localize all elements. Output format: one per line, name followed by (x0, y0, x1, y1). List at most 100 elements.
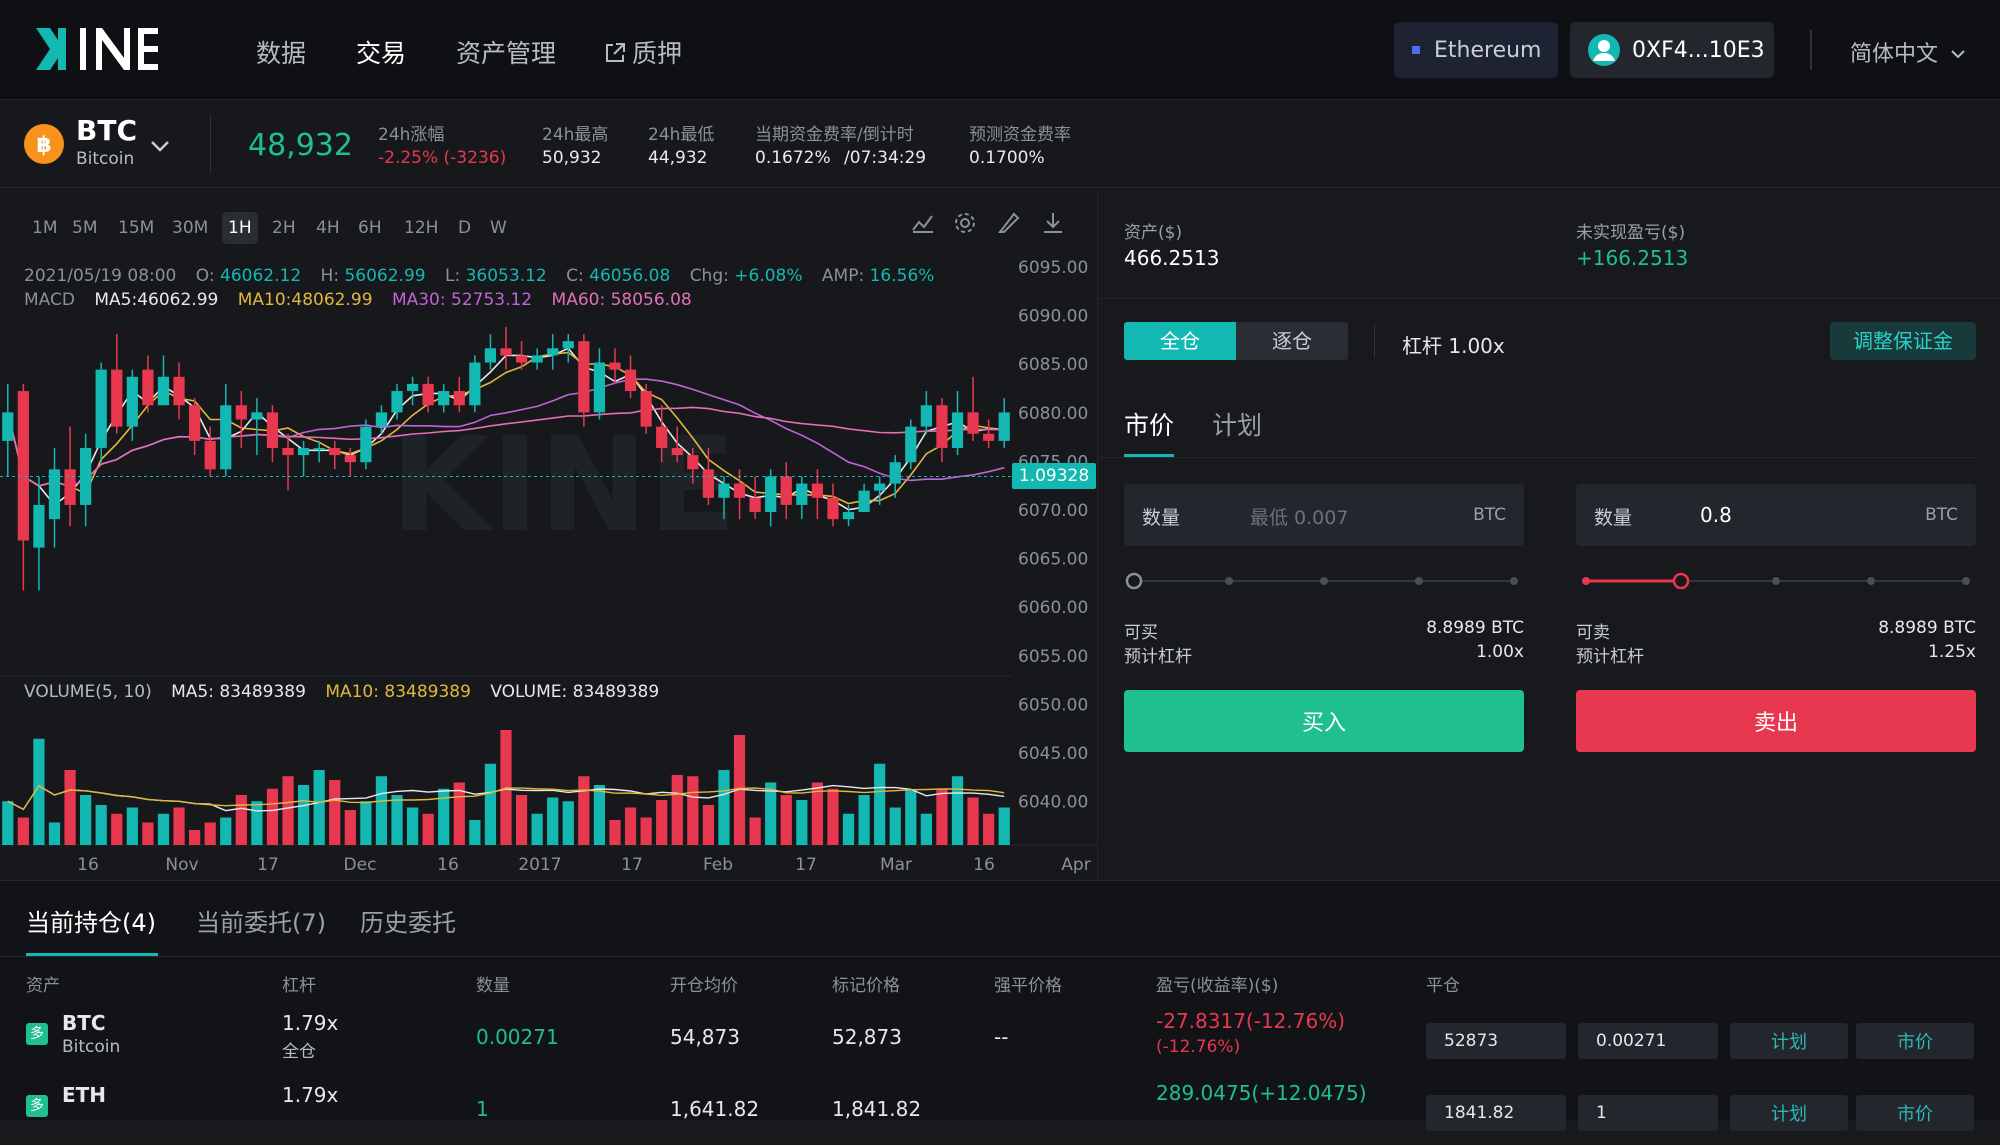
can-sell-value: 8.8989 BTC (1878, 618, 1976, 638)
volume-bar (515, 795, 528, 845)
candle-body (17, 391, 29, 541)
buy-percent-slider[interactable] (1124, 566, 1524, 596)
volume-bar (889, 807, 901, 845)
candle-body (251, 412, 263, 420)
candle-body (920, 405, 932, 427)
tab-market[interactable]: 市价 (1124, 406, 1174, 442)
volume-bar (718, 770, 730, 845)
buy-quantity-input[interactable]: 数量 最低 0.007 BTC (1124, 484, 1524, 546)
adjust-margin-button[interactable]: 调整保证金 (1830, 322, 1976, 360)
current-price-tag: 1.09328 (1012, 463, 1096, 490)
candle-body (126, 376, 138, 427)
change-value: -2.25% (-3236) (378, 148, 507, 168)
wallet-button[interactable]: 0XF4...10E3 (1570, 22, 1774, 78)
close-qty-input[interactable]: 1 (1578, 1095, 1718, 1131)
candle-body (235, 405, 247, 420)
tab-current-positions[interactable]: 当前持仓(4) (26, 903, 156, 938)
candle-body (515, 355, 528, 363)
predicted-value: 0.1700% (969, 148, 1045, 168)
slider-tick (1225, 577, 1233, 585)
volume-bar (656, 800, 668, 845)
can-buy-value: 8.8989 BTC (1426, 618, 1524, 638)
nav-stake[interactable]: 质押 (604, 34, 682, 70)
high-value: 50,932 (542, 148, 602, 168)
volume-bar (157, 813, 170, 845)
volume-bar (578, 776, 590, 845)
close-qty-input[interactable]: 0.00271 (1578, 1023, 1718, 1059)
close-plan-button[interactable]: 计划 (1730, 1023, 1848, 1059)
volume-bar (874, 763, 886, 845)
nav-data[interactable]: 数据 (256, 34, 306, 70)
cross-margin-button[interactable]: 全仓 (1124, 322, 1236, 360)
volume-bar (251, 801, 263, 845)
high-label: 24h最高 (542, 125, 609, 145)
candle-body (842, 512, 855, 520)
candle-body (344, 455, 356, 463)
volume-bar (936, 788, 948, 845)
slider-tick (1867, 577, 1875, 585)
network-selector[interactable]: Ethereum (1394, 22, 1558, 78)
chevron-down-icon[interactable] (150, 138, 170, 157)
slider-handle (1672, 572, 1690, 590)
external-link-icon (604, 41, 626, 70)
sell-quantity-input[interactable]: 数量 0.8 BTC (1576, 484, 1976, 546)
y-tick-label: 6040.00 (1018, 793, 1088, 813)
leverage-label[interactable]: 杠杆 1.00x (1402, 330, 1505, 359)
kine-logo[interactable]: KINE (36, 28, 158, 70)
isolated-margin-button[interactable]: 逐仓 (1236, 322, 1348, 360)
volume-bar (189, 830, 201, 845)
candle-body (142, 369, 154, 406)
close-plan-button[interactable]: 计划 (1730, 1095, 1848, 1131)
volume-bar (484, 763, 497, 845)
volume-bar (951, 776, 964, 845)
volume-bar (640, 817, 652, 845)
volume-bar (749, 817, 761, 845)
close-market-button[interactable]: 市价 (1856, 1095, 1974, 1131)
y-tick-label: 6090.00 (1018, 307, 1088, 327)
volume-bar (173, 807, 185, 845)
table-row: 多 BTC Bitcoin 1.79x 全仓 0.00271 54,873 52… (0, 1009, 2000, 1073)
divider (1100, 298, 2000, 299)
volume-bar (329, 780, 341, 845)
top-bar: KINE 数据 交易 资产管理 质押 Ethereum 0XF4...10E3 … (0, 0, 2000, 100)
candle-body (609, 362, 621, 370)
y-tick-label: 6065.00 (1018, 550, 1088, 570)
pnl-value: +166.2513 (1576, 246, 1689, 270)
candle-body (796, 483, 808, 505)
buy-button[interactable]: 买入 (1124, 690, 1524, 752)
sell-est-leverage-value: 1.25x (1928, 642, 1976, 662)
tab-current-orders[interactable]: 当前委托(7) (196, 903, 326, 938)
nav-trade[interactable]: 交易 (356, 34, 406, 70)
col-open-price: 开仓均价 (670, 976, 738, 996)
candle-body (671, 447, 683, 456)
volume-bar (17, 817, 29, 845)
x-tick-label: Mar (880, 855, 912, 875)
row-open-price: 54,873 (670, 1025, 740, 1049)
slider-tick (1582, 577, 1590, 585)
candle-body (562, 341, 574, 349)
close-price-input[interactable]: 1841.82 (1426, 1095, 1566, 1131)
price-chart[interactable]: 6095.006090.006085.006080.006075.006070.… (0, 190, 1098, 880)
tab-plan[interactable]: 计划 (1212, 406, 1262, 442)
sell-button[interactable]: 卖出 (1576, 690, 1976, 752)
volume-bar (920, 813, 932, 845)
candle-body (951, 412, 964, 448)
slider-tick (1415, 577, 1423, 585)
nav-asset-management[interactable]: 资产管理 (456, 34, 556, 70)
x-tick-label: 16 (437, 855, 459, 875)
language-selector[interactable]: 简体中文 (1850, 36, 1965, 68)
sell-percent-slider[interactable] (1576, 566, 1976, 596)
volume-bar (80, 795, 92, 845)
ticker-bar: ฿ BTC Bitcoin 48,932 24h涨幅 -2.25% (-3236… (0, 100, 2000, 188)
candle-body (718, 483, 730, 498)
candle-body (157, 376, 170, 406)
x-tick-label: 16 (77, 855, 99, 875)
volume-bar (391, 795, 403, 845)
tab-order-history[interactable]: 历史委托 (360, 903, 456, 938)
volume-bar (905, 790, 917, 845)
close-price-input[interactable]: 52873 (1426, 1023, 1566, 1059)
close-market-button[interactable]: 市价 (1856, 1023, 1974, 1059)
last-price: 48,932 (248, 128, 353, 163)
volume-bar (531, 813, 543, 845)
row-mode: 全仓 (282, 1042, 316, 1062)
